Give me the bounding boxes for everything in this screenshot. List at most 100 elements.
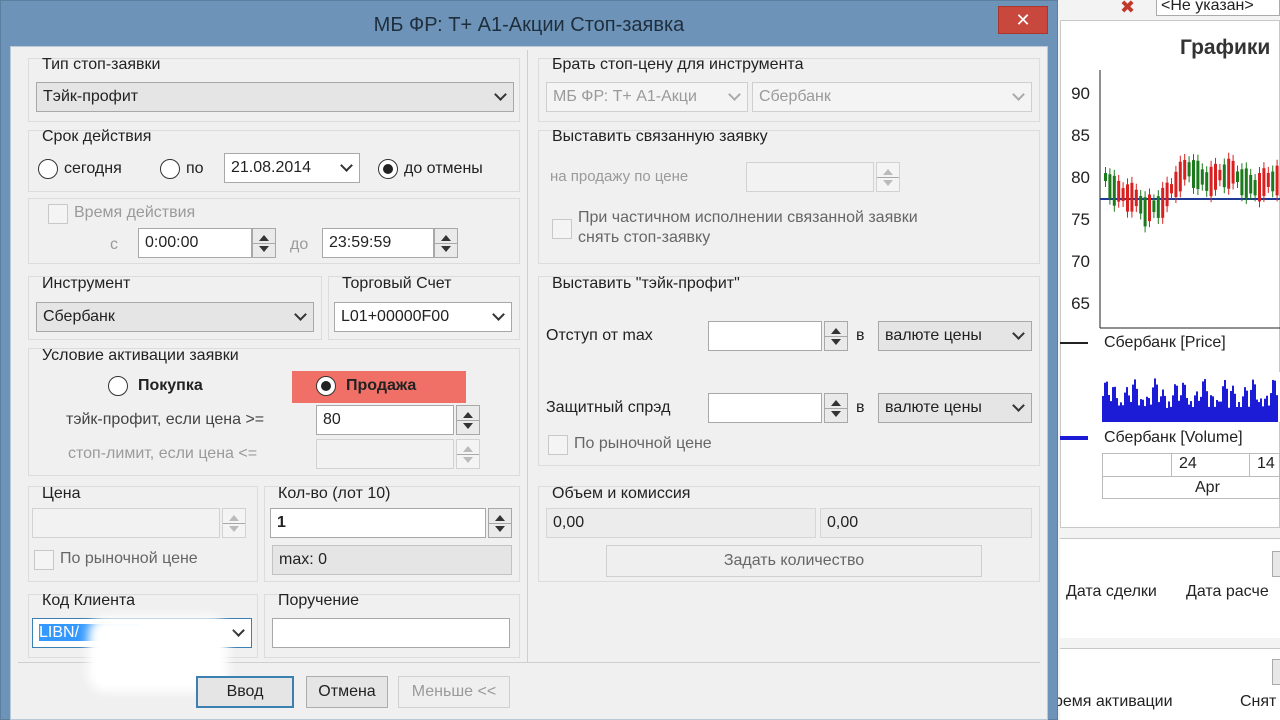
spin-down-icon [831,339,841,345]
spin-up-icon [259,235,269,241]
stop-price-source-label: Брать стоп-цену для инструмента [552,56,804,73]
volume-bar [1164,395,1166,422]
stop-limit-price-input[interactable] [316,439,454,469]
validity-until-cancel-radio[interactable] [378,159,398,179]
chevron-down-icon [232,624,245,637]
time-from-input[interactable]: 0:00:00 [138,228,252,258]
chevron-down-icon [492,308,505,321]
candle-body [1271,171,1275,192]
stop-type-select[interactable]: Тэйк-профит [36,82,514,112]
commission-value: 0,00 [820,508,1032,538]
volume-bar [1258,402,1260,422]
trades-col-header[interactable]: Дата расче [1186,583,1269,601]
validity-date-picker[interactable]: 21.08.2014 [224,153,360,183]
time-checkbox[interactable] [48,204,68,224]
trades-table-button[interactable] [1272,551,1280,577]
stop-price-instrument-select[interactable]: Сбербанк [752,82,1032,112]
spread-unit-value: валюте цены [885,399,982,416]
linked-price-spinner[interactable] [876,162,900,192]
less-button[interactable]: Меньше << [398,676,510,708]
volume-bar [1146,396,1148,422]
take-profit-price-input[interactable]: 80 [316,405,454,435]
background-error-icon: ✖ [1120,0,1136,17]
volume-bar [1140,399,1142,422]
spread-in-label: в [856,399,865,416]
price-input[interactable] [32,508,220,538]
background-select[interactable]: <Не указан> [1156,0,1280,16]
column-separator [527,50,528,662]
time-from-label: с [110,236,118,253]
volume-bar [1260,398,1262,422]
take-profit-price-spinner[interactable] [456,405,480,435]
chevron-down-icon [340,159,353,172]
volume-bar [1156,384,1158,422]
cancel-button[interactable]: Отмена [306,676,388,708]
validity-until-cancel-label: до отмены [404,160,483,177]
spin-up-icon [229,515,239,521]
volume-bar [1228,407,1230,422]
spin-divider [825,336,847,337]
spread-spinner[interactable] [824,393,848,423]
spread-unit-select[interactable]: валюте цены [878,393,1032,423]
volume-bar [1256,399,1258,422]
volume-bar [1184,384,1186,422]
set-quantity-button[interactable]: Задать количество [606,545,982,577]
trades-col-header[interactable]: Дата сделки [1066,583,1157,601]
volume-bar [1166,407,1168,422]
volume-bar [1254,384,1256,422]
volume-bar [1182,382,1184,422]
tp-market-label: По рыночной цене [574,435,712,452]
time-to-input[interactable]: 23:59:59 [322,228,434,258]
stop-orders-button[interactable] [1272,659,1280,685]
candle-body [1174,171,1178,198]
instrument-label: Инструмент [42,275,131,292]
candle-body [1192,160,1195,188]
offset-spinner[interactable] [824,321,848,351]
date-axis: 24 14 Apr [1102,453,1280,499]
linked-price-input[interactable] [746,162,874,192]
offset-unit-select[interactable]: валюте цены [878,321,1032,351]
price-spinner[interactable] [222,508,246,538]
candle-body [1200,169,1204,185]
stop-price-class-select[interactable]: МБ ФР: Т+ А1-Акци [546,82,748,112]
sell-radio[interactable] [316,376,336,396]
chevron-down-icon [494,88,507,101]
volume-bar [1170,406,1172,422]
volume-bar [1138,405,1140,422]
tp-market-checkbox[interactable] [548,435,568,455]
date-month: Apr [1195,479,1220,496]
volume-bar [1114,386,1116,422]
time-from-spinner[interactable] [252,228,276,258]
stop-limit-price-spinner[interactable] [456,439,480,469]
price-market-checkbox[interactable] [34,550,54,570]
candle-body [1187,162,1191,177]
trades-table: Дата сделки Дата расче [1060,538,1280,638]
y-tick: 75 [1071,210,1090,229]
qty-spinner[interactable] [488,508,512,538]
linked-partial-checkbox[interactable] [552,219,572,239]
validity-today-radio[interactable] [38,159,58,179]
stop-orders-col-header[interactable]: Снят [1240,693,1276,711]
order-note-input[interactable] [272,618,510,648]
volume-bar [1236,407,1238,422]
instrument-select[interactable]: Сбербанк [36,302,314,332]
y-tick: 80 [1071,168,1090,187]
spread-input[interactable] [708,393,822,423]
buy-radio[interactable] [108,376,128,396]
volume-bar [1234,393,1236,422]
offset-input[interactable] [708,321,822,351]
volume-bar [1154,378,1156,422]
validity-until-radio[interactable] [160,159,180,179]
qty-input[interactable]: 1 [270,508,486,538]
volume-bar [1120,402,1122,422]
volume-bar [1188,404,1190,422]
volume-bar [1274,380,1276,422]
volume-bar [1246,390,1248,422]
volume-bar [1116,398,1118,422]
time-to-spinner[interactable] [434,228,458,258]
submit-button[interactable]: Ввод [196,676,294,708]
close-button[interactable]: ✕ [998,6,1048,34]
account-select[interactable]: L01+00000F00 [334,302,512,332]
volume-bar [1276,395,1278,422]
stop-orders-col-header[interactable]: ремя активации [1054,693,1173,711]
